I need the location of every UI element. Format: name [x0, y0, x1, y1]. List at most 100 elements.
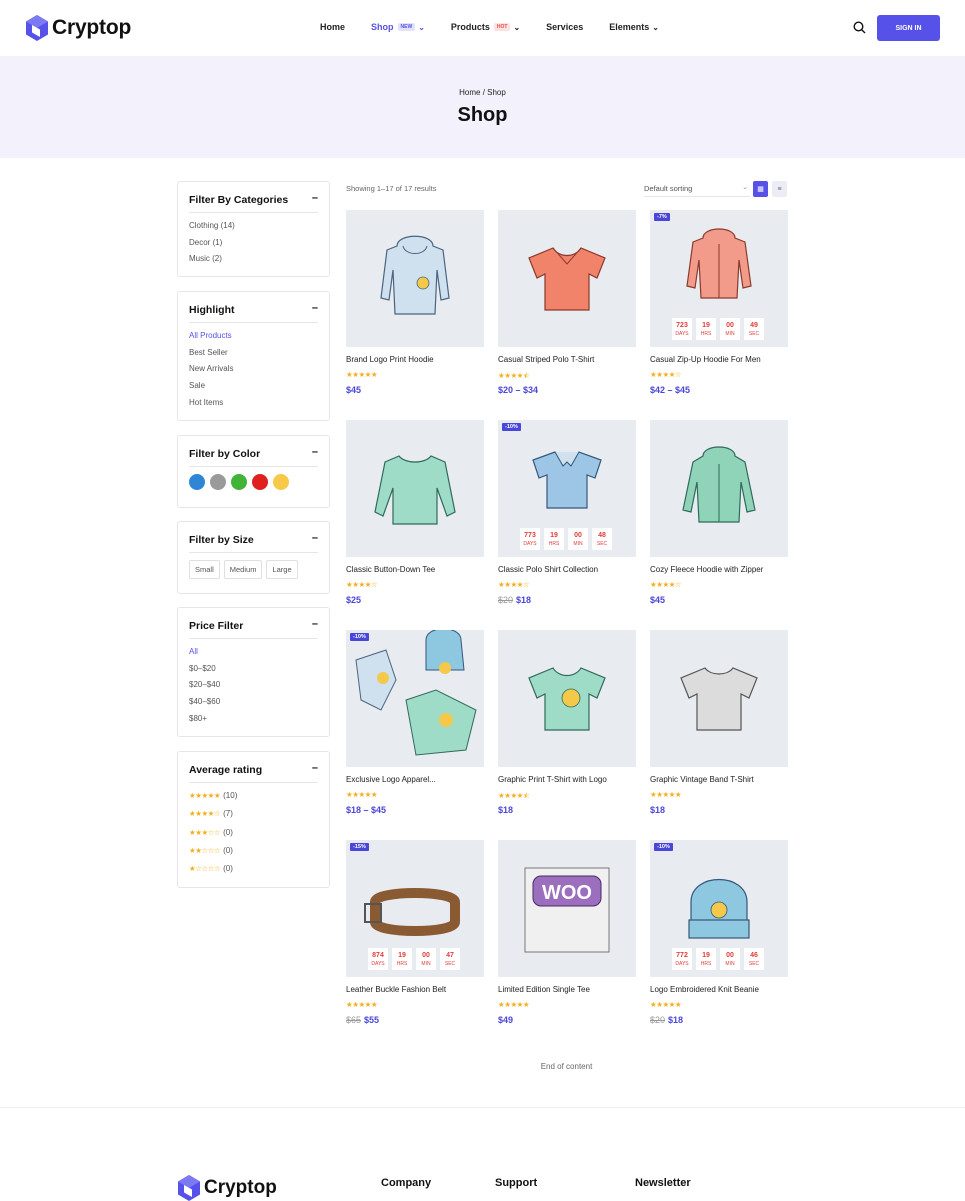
- divider: [189, 552, 318, 553]
- product-card[interactable]: Graphic Vintage Band T-Shirt ★★★★★ $18: [650, 630, 788, 820]
- price-item[interactable]: $0–$20: [189, 663, 220, 680]
- size-option[interactable]: Small: [189, 560, 220, 579]
- category-item[interactable]: Music (2): [189, 253, 235, 270]
- sorting-value: Default sorting: [644, 184, 693, 193]
- rating-filter-item[interactable]: ★★★★☆ (7): [189, 809, 237, 827]
- product-image[interactable]: [650, 630, 788, 767]
- product-card[interactable]: -7% 723 DAYS 19 HRS 00 MIN 49 SEC Casual Zip-Up H…: [650, 210, 788, 400]
- price-item[interactable]: $80+: [189, 713, 220, 730]
- product-rating-stars: ★★★★⯪: [498, 371, 530, 380]
- product-image[interactable]: WOO: [498, 840, 636, 977]
- list-view-button[interactable]: ≡: [772, 181, 787, 197]
- footer-logo[interactable]: Cryptop: [177, 1175, 277, 1201]
- color-swatch[interactable]: [273, 474, 289, 490]
- product-image[interactable]: -7% 723 DAYS 19 HRS 00 MIN 49 SEC: [650, 210, 788, 347]
- collapse-icon[interactable]: –: [312, 618, 318, 630]
- collapse-icon[interactable]: –: [312, 532, 318, 544]
- product-name[interactable]: Graphic Vintage Band T-Shirt: [650, 775, 754, 784]
- highlight-item[interactable]: Hot Items: [189, 397, 233, 414]
- rating-list: ★★★★★ (10) ★★★★☆ (7) ★★★☆☆ (0) ★★☆☆☆ (0) ★☆☆☆☆ (0…: [189, 791, 237, 882]
- product-name[interactable]: Classic Button-Down Tee: [346, 565, 435, 574]
- current-price: $42 – $45: [650, 385, 691, 395]
- nav-shop[interactable]: Shop NEW ⌄: [371, 22, 425, 32]
- product-name[interactable]: Brand Logo Print Hoodie: [346, 355, 434, 364]
- product-card[interactable]: -15% 874 DAYS 19 HRS 00 MIN 47 SEC Leather Buckle…: [346, 840, 484, 1030]
- product-card[interactable]: Classic Button-Down Tee ★★★★☆ $25: [346, 420, 484, 610]
- product-card[interactable]: -10% 773 DAYS 19 HRS 00 MIN 48 SEC Classic Polo S…: [498, 420, 636, 610]
- nav-products[interactable]: Products HOT ⌄: [451, 22, 520, 32]
- countdown-sec: 49 SEC: [744, 318, 764, 340]
- product-name[interactable]: Limited Edition Single Tee: [498, 985, 590, 994]
- countdown-days: 874 DAYS: [368, 948, 388, 970]
- product-card[interactable]: Graphic Print T-Shirt with Logo ★★★★⯪ $18: [498, 630, 636, 820]
- size-option[interactable]: Large: [266, 560, 298, 579]
- product-image[interactable]: [346, 420, 484, 557]
- product-card[interactable]: Brand Logo Print Hoodie ★★★★★ $45: [346, 210, 484, 400]
- product-name[interactable]: Classic Polo Shirt Collection: [498, 565, 598, 574]
- price-item[interactable]: $40–$60: [189, 696, 220, 713]
- old-price: $20: [650, 1015, 666, 1025]
- nav-home-label: Home: [320, 22, 346, 32]
- countdown-value: 19: [702, 321, 710, 329]
- color-swatch[interactable]: [189, 474, 205, 490]
- product-card[interactable]: WOO Limited Edition Single Tee ★★★★★ $49: [498, 840, 636, 1030]
- product-card[interactable]: -10% 772 DAYS 19 HRS 00 MIN 46 SEC Logo Embroider…: [650, 840, 788, 1030]
- current-price: $25: [346, 595, 362, 605]
- countdown-min: 00 MIN: [720, 318, 740, 340]
- collapse-icon[interactable]: –: [312, 302, 318, 314]
- highlight-item[interactable]: Sale: [189, 380, 233, 397]
- product-card[interactable]: Casual Striped Polo T-Shirt ★★★★⯪ $20 – $3…: [498, 210, 636, 400]
- current-price: $18: [516, 595, 532, 605]
- collapse-icon[interactable]: –: [312, 446, 318, 458]
- product-image[interactable]: [498, 630, 636, 767]
- highlight-item[interactable]: Best Seller: [189, 347, 233, 364]
- footer-heading-newsletter: Newsletter: [635, 1177, 691, 1189]
- rating-filter-item[interactable]: ★★★☆☆ (0): [189, 828, 237, 846]
- rating-filter-item[interactable]: ★★☆☆☆ (0): [189, 846, 237, 864]
- product-name[interactable]: Cozy Fleece Hoodie with Zipper: [650, 565, 763, 574]
- product-card[interactable]: Cozy Fleece Hoodie with Zipper ★★★★☆ $45: [650, 420, 788, 610]
- collapse-icon[interactable]: –: [312, 762, 318, 774]
- category-item[interactable]: Clothing (14): [189, 220, 235, 237]
- product-image[interactable]: -10% 773 DAYS 19 HRS 00 MIN 48 SEC: [498, 420, 636, 557]
- sign-in-button[interactable]: SIGN IN: [877, 15, 940, 41]
- product-name[interactable]: Casual Zip-Up Hoodie For Men: [650, 355, 761, 364]
- nav-elements[interactable]: Elements ⌄: [609, 22, 659, 32]
- site-logo[interactable]: Cryptop: [25, 15, 131, 41]
- product-name[interactable]: Casual Striped Polo T-Shirt: [498, 355, 594, 364]
- rating-filter-item[interactable]: ★☆☆☆☆ (0): [189, 864, 237, 882]
- product-image[interactable]: -10%: [346, 630, 484, 767]
- countdown-days: 773 DAYS: [520, 528, 540, 550]
- nav-services[interactable]: Services: [546, 22, 583, 32]
- color-swatch[interactable]: [210, 474, 226, 490]
- size-option[interactable]: Medium: [223, 560, 263, 579]
- rating-filter-item[interactable]: ★★★★★ (10): [189, 791, 237, 809]
- highlight-item[interactable]: New Arrivals: [189, 363, 233, 380]
- countdown-value: 773: [524, 531, 536, 539]
- search-icon[interactable]: [853, 21, 866, 39]
- grid-view-button[interactable]: ▦: [753, 181, 768, 197]
- product-price: $20 $18: [650, 1015, 683, 1025]
- price-item[interactable]: $20–$40: [189, 679, 220, 696]
- category-item[interactable]: Decor (1): [189, 237, 235, 254]
- price-item[interactable]: All: [189, 646, 220, 663]
- product-illustration: [355, 630, 477, 756]
- product-name[interactable]: Exclusive Logo Apparel...: [346, 775, 436, 784]
- nav-home[interactable]: Home: [320, 22, 345, 32]
- product-name[interactable]: Leather Buckle Fashion Belt: [346, 985, 446, 994]
- breadcrumb[interactable]: Home / Shop: [0, 88, 965, 97]
- product-image[interactable]: -10% 772 DAYS 19 HRS 00 MIN 46 SEC: [650, 840, 788, 977]
- product-image[interactable]: [498, 210, 636, 347]
- collapse-icon[interactable]: –: [312, 192, 318, 204]
- color-swatch[interactable]: [231, 474, 247, 490]
- color-swatch[interactable]: [252, 474, 268, 490]
- product-card[interactable]: -10% Exclusive Logo Apparel... ★★★★★ $18 – …: [346, 630, 484, 820]
- highlight-item[interactable]: All Products: [189, 330, 233, 347]
- product-name[interactable]: Logo Embroidered Knit Beanie: [650, 985, 759, 994]
- product-image[interactable]: [346, 210, 484, 347]
- product-name[interactable]: Graphic Print T-Shirt with Logo: [498, 775, 607, 784]
- product-image[interactable]: -15% 874 DAYS 19 HRS 00 MIN 47 SEC: [346, 840, 484, 977]
- sorting-select[interactable]: Default sorting ⌄: [644, 181, 750, 197]
- divider: [189, 638, 318, 639]
- product-image[interactable]: [650, 420, 788, 557]
